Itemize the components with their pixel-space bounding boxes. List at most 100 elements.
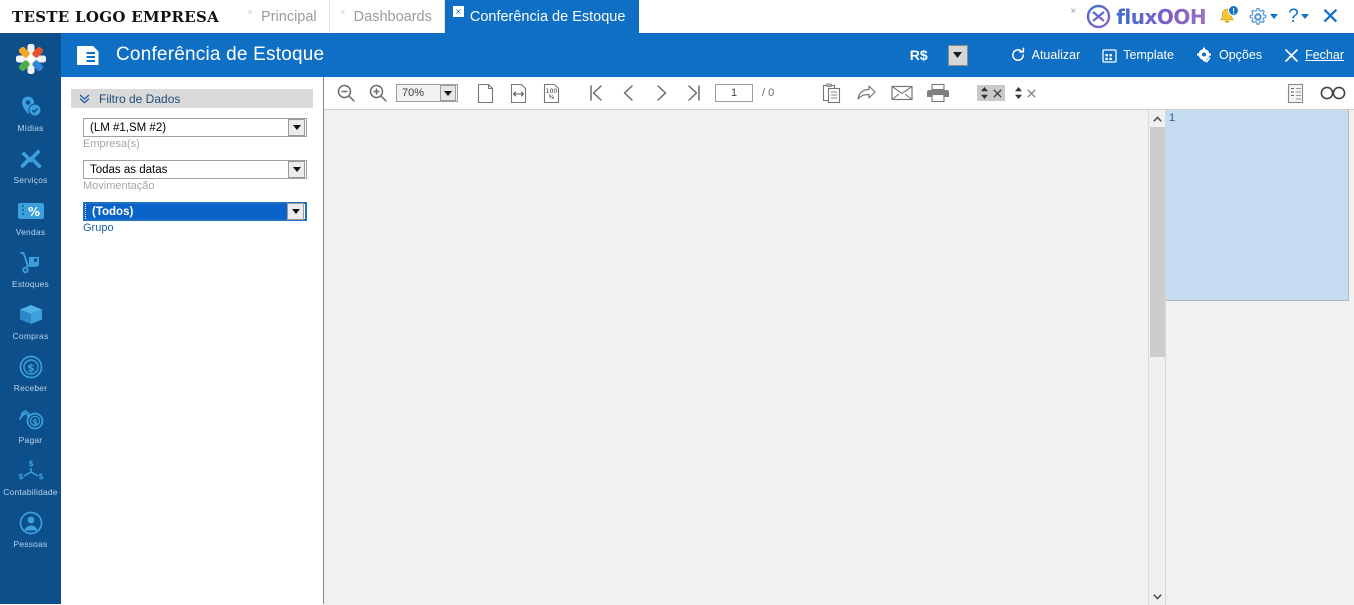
next-page-button[interactable] (653, 83, 670, 103)
report-toolbar-right (1286, 83, 1354, 104)
help-label: ? (1288, 5, 1299, 27)
sidebar-item-contabilidade[interactable]: $ $ $ Contabilidade (0, 457, 61, 497)
refresh-icon (1010, 47, 1026, 63)
grupo-caption: Grupo (83, 222, 114, 234)
notification-bell-button[interactable]: ! (1216, 4, 1240, 28)
zoom-in-button[interactable] (368, 83, 388, 103)
empresas-caption: Empresa(s) (83, 138, 140, 150)
actual-size-button[interactable]: 100 % (542, 83, 561, 104)
accounting-tree-icon: $ $ $ (17, 457, 45, 485)
chevron-up-icon[interactable] (1149, 110, 1166, 127)
movimentacao-value: Todas as datas (90, 163, 168, 176)
sidebar-item-midias[interactable]: Mídias (0, 93, 61, 133)
print-button[interactable] (927, 83, 950, 103)
updown-spinner-icon[interactable] (980, 87, 989, 99)
chevron-down-icon[interactable] (1270, 14, 1279, 19)
find-button[interactable] (1320, 85, 1346, 101)
updown-spinner-icon[interactable] (1014, 87, 1023, 99)
currency-selector[interactable]: R$ (906, 44, 968, 66)
zoom-level-combobox[interactable]: 70% (396, 84, 458, 102)
sidebar-item-label: Pagar (18, 435, 43, 445)
thumbnail-page-1[interactable]: 1 (1166, 110, 1349, 301)
sidebar-item-pagar[interactable]: $ Pagar (0, 405, 61, 445)
tab-label: Conferência de Estoque (469, 8, 626, 25)
empresas-combobox[interactable]: (LM #1,SM #2) (83, 118, 307, 137)
sidebar-item-pessoas[interactable]: Pessoas (0, 509, 61, 549)
copy-button[interactable] (822, 83, 842, 104)
printer-icon (927, 83, 950, 103)
page-number-input[interactable]: 1 (715, 84, 753, 102)
sidebar-item-label: Serviços (13, 175, 48, 185)
email-envelope-icon (891, 84, 913, 102)
chevron-down-icon[interactable] (1149, 588, 1166, 605)
close-small-icon[interactable] (1027, 88, 1036, 98)
chevron-down-icon[interactable] (288, 161, 305, 178)
page-header: Conferência de Estoque R$ Atualizar Temp… (61, 33, 1354, 77)
close-icon[interactable]: ✕ (1319, 5, 1342, 28)
template-button[interactable]: Template (1102, 48, 1174, 63)
sidebar-item-estoques[interactable]: Estoques (0, 249, 61, 289)
refresh-button[interactable]: Atualizar (1010, 47, 1080, 63)
copy-clipboard-icon (822, 83, 842, 104)
currency-value: R$ (909, 47, 928, 63)
chevron-down-icon[interactable] (1300, 14, 1309, 19)
vertical-scrollbar[interactable] (1148, 110, 1166, 605)
whole-page-button[interactable] (476, 83, 495, 104)
settings-gear-button[interactable] (1248, 7, 1279, 27)
page-width-icon (509, 83, 528, 104)
sidebar-item-receber[interactable]: $ Receber (0, 353, 61, 393)
tab-strip: × Principal × Dashboards × Conferência d… (237, 0, 640, 33)
movimentacao-caption: Movimentação (83, 180, 155, 192)
sidebar-item-compras[interactable]: Compras (0, 301, 61, 341)
chevron-down-icon[interactable] (947, 44, 968, 66)
tab-close-icon[interactable]: × (245, 8, 255, 17)
sidebar-item-label: Vendas (15, 227, 46, 237)
hand-coin-icon: $ (17, 405, 45, 433)
page-width-button[interactable] (509, 83, 528, 104)
tab-principal[interactable]: × Principal (237, 0, 330, 33)
app-flower-logo-icon[interactable] (0, 37, 61, 81)
chevron-down-icon[interactable] (287, 203, 304, 220)
report-page-canvas[interactable] (324, 110, 1148, 605)
filter-field-empresas: (LM #1,SM #2) Empresa(s) (83, 118, 313, 150)
help-button[interactable]: ? (1288, 6, 1309, 28)
grupo-combobox[interactable]: (Todos) (83, 202, 307, 221)
first-page-button[interactable] (587, 83, 604, 103)
prev-page-icon (620, 83, 637, 103)
report-area: 70% 100 % 1 / 0 1 (324, 77, 1354, 605)
company-logo: TESTE LOGO EMPRESA (12, 7, 220, 26)
outline-toggle-button[interactable] (1286, 83, 1306, 104)
options-button[interactable]: Opções (1196, 47, 1262, 64)
tab-dashboards[interactable]: × Dashboards (330, 0, 445, 33)
spinner-widget-active[interactable] (977, 85, 1006, 101)
tab-label: Dashboards (353, 8, 432, 25)
page-title: Conferência de Estoque (116, 44, 325, 65)
export-button[interactable] (856, 83, 877, 103)
sidebar-item-label: Estoques (11, 279, 50, 289)
tab-conferencia-de-estoque[interactable]: × Conferência de Estoque (444, 0, 640, 33)
extra-close-icon[interactable]: × (1070, 6, 1076, 17)
zoom-out-button[interactable] (336, 83, 356, 103)
last-page-button[interactable] (686, 83, 703, 103)
tab-close-icon[interactable]: × (338, 8, 348, 17)
chevron-double-down-icon[interactable] (79, 93, 90, 104)
close-small-icon[interactable] (993, 88, 1002, 98)
gear-check-icon (1196, 47, 1213, 64)
sidebar-item-vendas[interactable]: % Vendas (0, 197, 61, 237)
svg-text:$: $ (27, 362, 35, 375)
movimentacao-combobox[interactable]: Todas as datas (83, 160, 307, 179)
notification-bell-icon: ! (1216, 4, 1240, 28)
filter-panel-header[interactable]: Filtro de Dados (71, 89, 313, 108)
sidebar-item-servicos[interactable]: Serviços (0, 145, 61, 185)
percent-tag-icon: % (16, 197, 46, 225)
tab-close-icon[interactable]: × (452, 6, 464, 17)
scrollbar-thumb[interactable] (1150, 127, 1165, 357)
chevron-down-icon[interactable] (440, 85, 456, 101)
spinner-widget[interactable] (1011, 85, 1039, 101)
sidebar-item-label: Receber (13, 383, 48, 393)
email-button[interactable] (891, 84, 913, 102)
prev-page-button[interactable] (620, 83, 637, 103)
box-package-icon (17, 301, 45, 329)
chevron-down-icon[interactable] (288, 119, 305, 136)
close-button[interactable]: Fechar (1284, 48, 1344, 63)
